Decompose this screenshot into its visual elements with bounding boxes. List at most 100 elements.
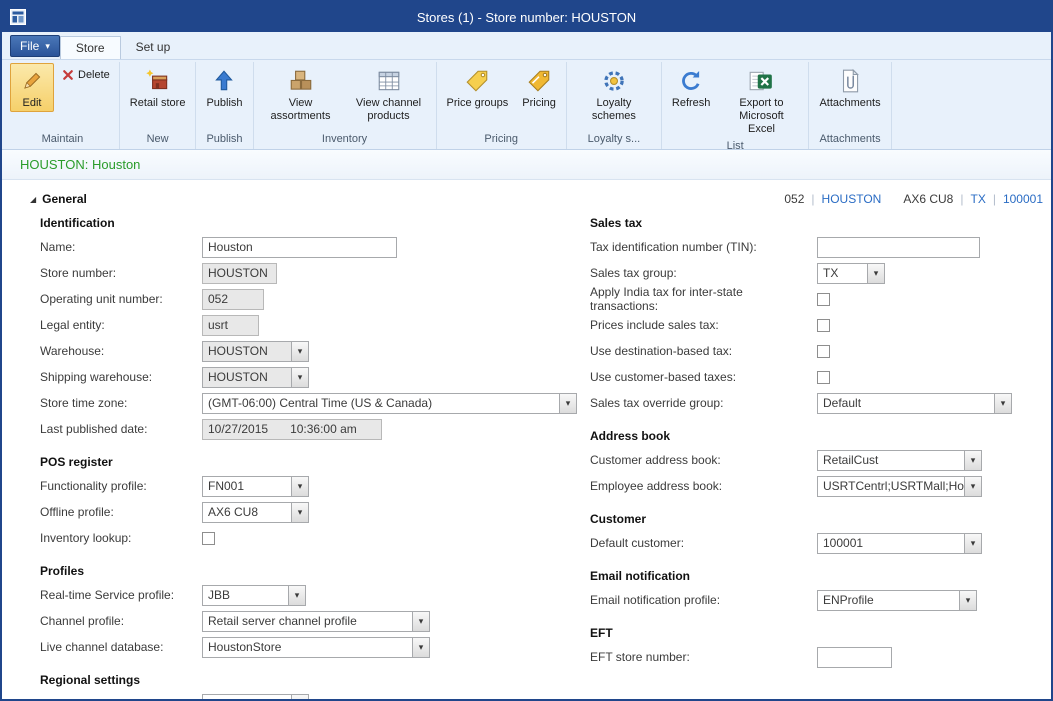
name-input[interactable]: Houston	[202, 237, 397, 258]
publish-button[interactable]: Publish	[200, 63, 248, 112]
eft-store-number-input[interactable]	[817, 647, 892, 668]
attachments-button[interactable]: Attachments	[813, 63, 886, 112]
functionality-profile-combo[interactable]: FN001	[202, 476, 309, 497]
field-row-customer-tax: Use customer-based taxes:	[580, 364, 1043, 390]
sales-tax-group-combo[interactable]: TX	[817, 263, 885, 284]
customer-tax-checkbox[interactable]	[817, 371, 830, 384]
india-tax-checkbox[interactable]	[817, 293, 830, 306]
summary-link-customer[interactable]: 100001	[1003, 192, 1043, 206]
loyalty-schemes-button[interactable]: Loyalty schemes	[571, 63, 657, 125]
dropdown-arrow-icon[interactable]	[867, 264, 884, 283]
dropdown-arrow-icon[interactable]	[291, 695, 308, 700]
summary-link-tax-group[interactable]: TX	[970, 192, 985, 206]
store-icon	[144, 67, 172, 95]
store-time-zone-combo[interactable]: (GMT-06:00) Central Time (US & Canada)	[202, 393, 577, 414]
general-fasttab-header[interactable]: General 052 HOUSTON AX6 CU8 TX 100001	[30, 180, 1043, 210]
ribbon: Edit Delete Maintain	[2, 59, 1051, 150]
delete-button[interactable]: Delete	[55, 65, 116, 85]
group-label-inventory: Inventory	[257, 132, 433, 149]
view-channel-products-button[interactable]: View channel products	[346, 63, 432, 125]
operating-unit-label: Operating unit number:	[40, 292, 202, 306]
ribbon-group-new: Retail store New	[120, 62, 197, 149]
name-label: Name:	[40, 240, 202, 254]
dropdown-arrow-icon[interactable]	[959, 591, 976, 610]
dropdown-arrow-icon[interactable]	[291, 368, 308, 387]
ribbon-group-list: Refresh Export to Microsoft Excel List	[662, 62, 810, 149]
field-row-sales-tax-group: Sales tax group: TX	[580, 260, 1043, 286]
inventory-lookup-label: Inventory lookup:	[40, 531, 202, 545]
refresh-button[interactable]: Refresh	[666, 63, 717, 112]
view-assortments-button[interactable]: View assortments	[258, 63, 344, 125]
field-row-warehouse: Warehouse: HOUSTON	[30, 338, 580, 364]
field-row-realtime-profile: Real-time Service profile: JBB	[30, 582, 580, 608]
tin-label: Tax identification number (TIN):	[590, 240, 817, 254]
dropdown-arrow-icon[interactable]	[964, 477, 981, 496]
dropdown-arrow-icon[interactable]	[291, 477, 308, 496]
group-label-loyalty: Loyalty s...	[570, 132, 658, 149]
dropdown-arrow-icon[interactable]	[291, 342, 308, 361]
offline-profile-combo[interactable]: AX6 CU8	[202, 502, 309, 523]
field-row-legal-entity: Legal entity: usrt	[30, 312, 580, 338]
tax-override-group-label: Sales tax override group:	[590, 396, 817, 410]
ribbon-group-loyalty: Loyalty schemes Loyalty s...	[567, 62, 662, 149]
field-row-functionality-profile: Functionality profile: FN001	[30, 473, 580, 499]
section-email-notification: Email notification	[580, 565, 1043, 587]
prices-include-tax-checkbox[interactable]	[817, 319, 830, 332]
field-row-eft-store-number: EFT store number:	[580, 644, 1043, 670]
tab-set-up[interactable]: Set up	[121, 36, 186, 59]
file-menu-button[interactable]: File	[10, 35, 60, 57]
ribbon-group-inventory: View assortments View channel products I…	[254, 62, 437, 149]
warehouse-combo[interactable]: HOUSTON	[202, 341, 309, 362]
dropdown-arrow-icon[interactable]	[291, 503, 308, 522]
field-row-tin: Tax identification number (TIN):	[580, 234, 1043, 260]
group-label-maintain: Maintain	[9, 132, 116, 149]
field-row-default-customer: Default customer: 100001	[580, 530, 1043, 556]
section-eft: EFT	[580, 622, 1043, 644]
price-groups-button[interactable]: Price groups	[441, 63, 515, 112]
dropdown-arrow-icon[interactable]	[288, 586, 305, 605]
realtime-service-profile-label: Real-time Service profile:	[40, 588, 202, 602]
edit-button[interactable]: Edit	[10, 63, 54, 112]
employee-address-book-combo[interactable]: USRTCentrl;USRTMall;Hou	[817, 476, 982, 497]
shipping-warehouse-combo[interactable]: HOUSTON	[202, 367, 309, 388]
realtime-service-profile-combo[interactable]: JBB	[202, 585, 306, 606]
dropdown-arrow-icon[interactable]	[994, 394, 1011, 413]
customer-address-book-combo[interactable]: RetailCust	[817, 450, 982, 471]
channel-profile-combo[interactable]: Retail server channel profile	[202, 611, 430, 632]
group-label-pricing: Pricing	[440, 132, 563, 149]
dropdown-arrow-icon[interactable]	[559, 394, 576, 413]
fasttab-title: General	[42, 192, 87, 206]
pricing-button[interactable]: Pricing	[516, 63, 562, 112]
regional-partial-combo[interactable]	[202, 694, 309, 700]
dropdown-arrow-icon[interactable]	[964, 451, 981, 470]
section-identification: Identification	[30, 212, 580, 234]
dropdown-arrow-icon[interactable]	[412, 638, 429, 657]
field-row-shipping-warehouse: Shipping warehouse: HOUSTON	[30, 364, 580, 390]
record-header: HOUSTON: Houston	[2, 150, 1051, 180]
legal-entity-label: Legal entity:	[40, 318, 202, 332]
dropdown-arrow-icon[interactable]	[412, 612, 429, 631]
form-content: General 052 HOUSTON AX6 CU8 TX 100001 Id…	[2, 180, 1051, 699]
summary-offline-profile: AX6 CU8	[903, 192, 953, 206]
dropdown-arrow-icon[interactable]	[964, 534, 981, 553]
fasttab-summary: 052 HOUSTON AX6 CU8 TX 100001	[784, 192, 1043, 206]
field-row-regional-partial	[30, 691, 580, 699]
shipping-warehouse-label: Shipping warehouse:	[40, 370, 202, 384]
tin-input[interactable]	[817, 237, 980, 258]
inventory-lookup-checkbox[interactable]	[202, 532, 215, 545]
section-pos-register: POS register	[30, 451, 580, 473]
offline-profile-label: Offline profile:	[40, 505, 202, 519]
export-excel-button[interactable]: Export to Microsoft Excel	[718, 63, 804, 138]
sales-tax-override-combo[interactable]: Default	[817, 393, 1012, 414]
email-notification-profile-combo[interactable]: ENProfile	[817, 590, 977, 611]
tab-store[interactable]: Store	[60, 36, 121, 60]
live-channel-database-combo[interactable]: HoustonStore	[202, 637, 430, 658]
section-customer: Customer	[580, 508, 1043, 530]
app-window: Stores (1) - Store number: HOUSTON File …	[0, 0, 1053, 701]
warehouse-label: Warehouse:	[40, 344, 202, 358]
default-customer-combo[interactable]: 100001	[817, 533, 982, 554]
retail-store-button[interactable]: Retail store	[124, 63, 192, 112]
default-customer-label: Default customer:	[590, 536, 817, 550]
destination-tax-checkbox[interactable]	[817, 345, 830, 358]
summary-link-store[interactable]: HOUSTON	[822, 192, 882, 206]
